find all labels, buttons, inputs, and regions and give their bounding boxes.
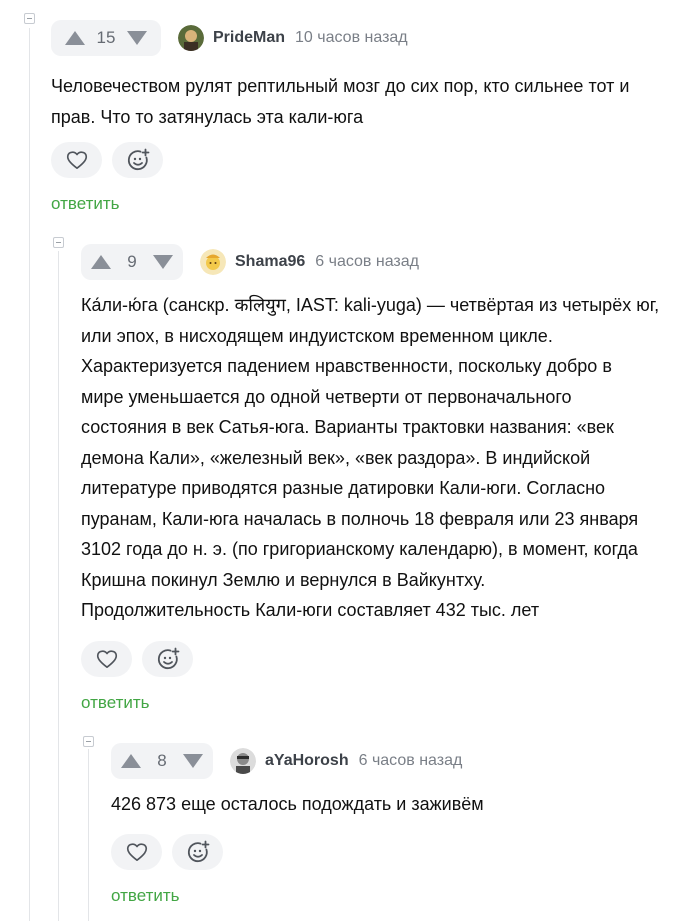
comment-header: 9 Shama96 6 часов назад [81,244,419,280]
comment-header: 8 aYaHorosh 6 часов назад [111,743,462,779]
timestamp[interactable]: 6 часов назад [315,253,419,271]
vote-box: 8 [111,743,213,779]
add-reaction-icon [157,647,179,670]
downvote-arrow-icon[interactable] [153,255,173,269]
add-reaction-icon [187,840,209,863]
vote-box: 9 [81,244,183,280]
avatar[interactable] [230,748,256,774]
like-button[interactable] [111,834,162,870]
comment-line: или эпох, в нисходящем индуистском време… [81,325,553,346]
comment-line: мире уменьшается до одной четверти от пе… [81,386,572,407]
add-reaction-icon [127,148,149,171]
author-name[interactable]: aYaHorosh [265,752,349,770]
collapse-toggle[interactable] [24,13,35,24]
avatar[interactable] [178,25,204,51]
avatar[interactable] [200,249,226,275]
comment-line: пуранам, Кали-юга началась в полночь 18 … [81,508,639,529]
reply-link[interactable]: ответить [51,194,120,214]
score: 15 [96,28,116,47]
collapse-toggle[interactable] [83,736,94,747]
add-reaction-button[interactable] [172,834,223,870]
comment-actions [111,834,223,870]
heart-icon [66,151,87,169]
comment-text: Ка́ли-ю́га (санскр. कलियुग, IAST: kali-y… [81,290,681,626]
like-button[interactable] [81,641,132,677]
comment-line: литературе приводятся разные датировки К… [81,478,606,498]
reply-link[interactable]: ответить [111,886,180,906]
upvote-arrow-icon[interactable] [121,754,141,768]
comment-line: 3102 года до н. э. (по григорианскому ка… [81,539,638,559]
comment-actions [81,641,193,677]
add-reaction-button[interactable] [142,641,193,677]
comment-text: 426 873 еще осталось подождать и заживём [111,789,671,820]
comment-header: 15 PrideMan 10 часов назад [51,20,408,56]
downvote-arrow-icon[interactable] [183,754,203,768]
add-reaction-button[interactable] [112,142,163,178]
author-name[interactable]: Shama96 [235,253,305,271]
comment-line: Характеризуется падением нравственности,… [81,356,612,376]
comment-line: Кришна покинул Землю и вернулся в Вайкун… [81,569,486,590]
score: 9 [127,252,137,271]
heart-icon [126,843,147,861]
comment-line: Ка́ли-ю́га (санскр. कलियुग, IAST: kali-y… [81,295,660,315]
comment-line: Продолжительность Кали-юги составляет 43… [81,600,540,620]
downvote-arrow-icon[interactable] [127,31,147,45]
vote-box: 15 [51,20,161,56]
like-button[interactable] [51,142,102,178]
upvote-arrow-icon[interactable] [65,31,85,45]
comment-text: Человечеством рулят рептильный мозг до с… [51,71,671,132]
thread-line [88,749,89,921]
thread-line [29,28,30,921]
comment-line: 426 873 еще осталось подождать и заживём [111,794,484,814]
thread-line [58,251,59,921]
timestamp[interactable]: 10 часов назад [295,29,408,47]
heart-icon [96,650,117,668]
reply-link[interactable]: ответить [81,693,150,713]
upvote-arrow-icon[interactable] [91,255,111,269]
timestamp[interactable]: 6 часов назад [359,752,463,770]
score: 8 [157,751,167,770]
comment-line: демона Кали», «железный век», «век раздо… [81,447,591,468]
author-name[interactable]: PrideMan [213,29,285,47]
comment-line: состояния в век Сатья-юга. Варианты трак… [81,417,614,437]
collapse-toggle[interactable] [53,237,64,248]
comment-line: прав. Что то затянулась эта кали-юга [51,106,364,127]
comment-line: Человечеством рулят рептильный мозг до с… [51,76,630,96]
comment-actions [51,142,163,178]
